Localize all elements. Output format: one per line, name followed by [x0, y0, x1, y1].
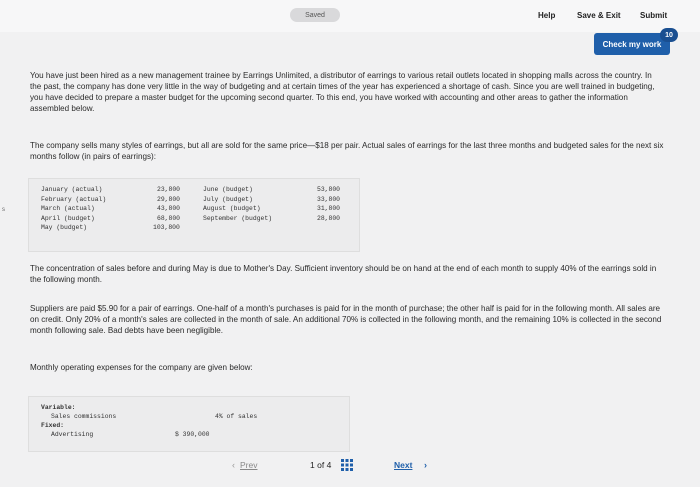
sales-month: June (budget) — [203, 186, 253, 193]
sales-value: 68,800 — [157, 214, 181, 222]
sales-month: February (actual) — [41, 195, 107, 203]
chevron-left-icon[interactable]: ‹ — [232, 460, 235, 470]
sales-paragraph: The company sells many styles of earring… — [30, 141, 664, 161]
page-indicator: 1 of 4 — [310, 460, 331, 470]
sales-value: 29,800 — [157, 195, 181, 203]
current-page: 1 — [310, 460, 315, 470]
total-pages: 4 — [326, 460, 332, 470]
sales-value: 28,800 — [317, 214, 341, 222]
chevron-right-icon[interactable]: › — [424, 460, 427, 470]
sales-value: 103,800 — [153, 224, 180, 232]
submit-link[interactable]: Submit — [640, 11, 667, 20]
sales-month: April (budget) — [41, 214, 95, 222]
sales-table: January (actual) 23,800 February (actual… — [28, 178, 360, 252]
advertising-value: $ 390,000 — [175, 431, 210, 438]
check-my-work-wrapper: Check my work 10 — [594, 28, 678, 55]
prev-link[interactable]: Prev — [240, 460, 257, 470]
next-link[interactable]: Next — [394, 460, 412, 470]
advertising-label: Advertising — [51, 431, 94, 438]
sales-month: August (budget) — [203, 205, 261, 213]
expenses-table: Variable: Sales commissions 4% of sales … — [28, 396, 350, 452]
sales-month: January (actual) — [41, 186, 103, 193]
sales-value: 31,800 — [317, 205, 341, 213]
sales-value: 43,800 — [157, 205, 181, 213]
help-link[interactable]: Help — [538, 11, 555, 20]
sales-value: 23,800 — [157, 186, 181, 193]
sales-month: July (budget) — [203, 195, 253, 203]
page: Saved Help Save & Exit Submit Check my w… — [0, 0, 700, 487]
intro-paragraph: You have just been hired as a new manage… — [30, 71, 655, 113]
suppliers-paragraph: Suppliers are paid $5.90 for a pair of e… — [30, 304, 662, 335]
check-count-badge: 10 — [660, 28, 678, 42]
sales-month: May (budget) — [41, 224, 88, 232]
commission-rate: 4% of sales — [215, 413, 258, 420]
concentration-paragraph: The concentration of sales before and du… — [30, 264, 657, 284]
saved-status: Saved — [290, 8, 340, 22]
sales-value: 53,800 — [317, 186, 341, 193]
sales-month: March (actual) — [41, 205, 95, 213]
sales-value: 33,800 — [317, 195, 341, 203]
pagination: ‹ Prev 1 of 4 Next › — [232, 456, 440, 478]
expenses-intro: Monthly operating expenses for the compa… — [30, 363, 253, 372]
side-mark: s — [2, 207, 5, 213]
sales-month: September (budget) — [203, 214, 273, 222]
save-exit-link[interactable]: Save & Exit — [577, 11, 621, 20]
grid-icon[interactable] — [340, 458, 354, 472]
page-of: of — [317, 460, 325, 470]
check-my-work-button[interactable]: Check my work — [594, 33, 670, 55]
top-bar: Saved Help Save & Exit Submit — [0, 0, 700, 32]
